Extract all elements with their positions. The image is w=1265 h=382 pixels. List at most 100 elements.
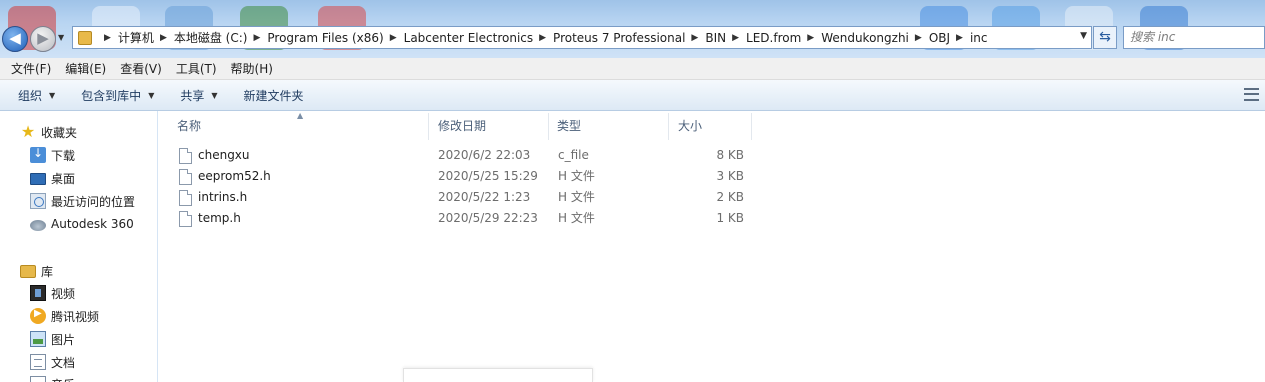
breadcrumb-label[interactable]: Proteus 7 Professional: [553, 31, 685, 45]
nav-label: 库: [41, 264, 54, 279]
address-history-dropdown[interactable]: ▼: [1080, 31, 1087, 41]
chevron-right-icon[interactable]: ▶: [539, 33, 546, 43]
menu-file[interactable]: 文件(F): [4, 60, 58, 77]
file-type: c_file: [558, 148, 589, 162]
file-type: H 文件: [558, 211, 595, 225]
menu-view[interactable]: 查看(V): [113, 60, 169, 77]
refresh-button[interactable]: ⇆: [1093, 26, 1117, 49]
video-library-icon: [30, 285, 46, 301]
file-row[interactable]: temp.h 2020/5/29 22:23 H 文件 1 KB: [159, 208, 759, 229]
column-header-size[interactable]: 大小: [669, 113, 752, 140]
nav-downloads[interactable]: 下载: [30, 145, 75, 165]
breadcrumb-label[interactable]: inc: [970, 31, 988, 45]
file-name: intrins.h: [198, 190, 248, 204]
chevron-right-icon[interactable]: ▶: [691, 33, 698, 43]
tooltip-popup: [403, 368, 593, 382]
forward-button[interactable]: ▶: [30, 26, 56, 52]
menu-edit[interactable]: 编辑(E): [58, 60, 113, 77]
file-date: 2020/6/2 22:03: [438, 148, 531, 162]
breadcrumb-label[interactable]: 本地磁盘 (C:): [174, 29, 248, 46]
file-list: ▲ 名称 修改日期 类型 大小 chengxu 2020/6/2 22:03 c…: [159, 111, 1265, 382]
nav-videos[interactable]: 视频: [30, 283, 75, 303]
share-button[interactable]: 共享 ▼: [172, 87, 225, 104]
file-name: eeprom52.h: [198, 169, 271, 183]
file-row[interactable]: eeprom52.h 2020/5/25 15:29 H 文件 3 KB: [159, 166, 759, 187]
chevron-right-icon[interactable]: ▶: [956, 33, 963, 43]
chevron-right-icon[interactable]: ▶: [732, 33, 739, 43]
navigation-pane: ★ 收藏夹 下载 桌面 最近访问的位置 Autodesk 360 库 视频 腾讯视…: [0, 111, 158, 382]
breadcrumb-label[interactable]: BIN: [705, 31, 726, 45]
nav-favorites[interactable]: ★ 收藏夹: [20, 122, 77, 142]
nav-label: 视频: [51, 286, 76, 301]
address-bar[interactable]: ▶ 计算机 ▶ 本地磁盘 (C:) ▶ Program Files (x86) ▶ La…: [72, 26, 1092, 49]
nav-label: 文档: [51, 355, 76, 370]
file-row[interactable]: chengxu 2020/6/2 22:03 c_file 8 KB: [159, 145, 759, 166]
file-name-cell: chengxu: [179, 145, 250, 166]
breadcrumb-led-from[interactable]: ▶ LED.from: [726, 27, 801, 48]
pictures-icon: [30, 331, 46, 347]
breadcrumb-wendukongzhi[interactable]: ▶ Wendukongzhi: [801, 27, 909, 48]
recent-places-icon: [30, 193, 46, 209]
breadcrumb-program-files[interactable]: ▶ Program Files (x86): [247, 27, 383, 48]
command-bar: 组织 ▼ 包含到库中 ▼ 共享 ▼ 新建文件夹: [0, 80, 1265, 111]
file-type: H 文件: [558, 190, 595, 204]
nav-autodesk-360[interactable]: Autodesk 360: [30, 214, 134, 234]
column-header-type[interactable]: 类型: [549, 113, 669, 140]
file-icon: [179, 189, 192, 206]
nav-label: 音乐: [51, 376, 75, 382]
chevron-down-icon: ▼: [148, 90, 155, 100]
nav-label: 下载: [51, 148, 76, 163]
include-in-library-button[interactable]: 包含到库中 ▼: [73, 87, 162, 104]
breadcrumb-obj[interactable]: ▶ OBJ: [909, 27, 950, 48]
breadcrumb-label[interactable]: Wendukongzhi: [821, 31, 909, 45]
chevron-right-icon[interactable]: ▶: [253, 33, 260, 43]
nav-label: 腾讯视频: [51, 309, 100, 324]
chevron-right-icon[interactable]: ▶: [104, 33, 111, 43]
menu-help[interactable]: 帮助(H): [224, 60, 280, 77]
file-icon: [179, 147, 192, 164]
file-row[interactable]: intrins.h 2020/5/22 1:23 H 文件 2 KB: [159, 187, 759, 208]
nav-documents[interactable]: 文档: [30, 352, 75, 372]
file-date: 2020/5/22 1:23: [438, 190, 531, 204]
nav-tencent-video[interactable]: 腾讯视频: [30, 306, 99, 326]
breadcrumb-proteus[interactable]: ▶ Proteus 7 Professional: [533, 27, 685, 48]
breadcrumb-inc[interactable]: ▶ inc: [950, 27, 987, 48]
file-name: chengxu: [198, 148, 250, 162]
breadcrumb-label[interactable]: Labcenter Electronics: [404, 31, 533, 45]
breadcrumb-label[interactable]: 计算机: [118, 29, 154, 46]
nav-label: 收藏夹: [41, 125, 78, 140]
file-type: H 文件: [558, 169, 595, 183]
breadcrumb-bin[interactable]: ▶ BIN: [685, 27, 726, 48]
new-folder-button[interactable]: 新建文件夹: [236, 87, 312, 104]
menu-tools[interactable]: 工具(T): [169, 60, 224, 77]
breadcrumb-label[interactable]: Program Files (x86): [267, 31, 383, 45]
organize-label: 组织: [18, 88, 43, 103]
column-header-name[interactable]: 名称: [159, 113, 429, 140]
library-icon: [20, 264, 36, 278]
nav-music[interactable]: 音乐: [30, 374, 75, 382]
nav-recent-places[interactable]: 最近访问的位置: [30, 191, 135, 211]
organize-button[interactable]: 组织 ▼: [10, 87, 63, 104]
chevron-right-icon[interactable]: ▶: [160, 33, 167, 43]
file-icon: [179, 210, 192, 227]
change-view-icon[interactable]: [1244, 88, 1259, 101]
back-button[interactable]: ◀: [2, 26, 28, 52]
breadcrumb-computer[interactable]: ▶ 计算机: [98, 27, 154, 48]
folder-icon: [78, 30, 92, 45]
chevron-right-icon[interactable]: ▶: [915, 33, 922, 43]
nav-libraries[interactable]: 库: [20, 261, 53, 281]
breadcrumb-labcenter[interactable]: ▶ Labcenter Electronics: [384, 27, 533, 48]
search-input[interactable]: 搜索 inc: [1123, 26, 1265, 49]
nav-pictures[interactable]: 图片: [30, 329, 75, 349]
file-name-cell: temp.h: [179, 208, 241, 229]
recent-pages-dropdown[interactable]: ▼: [58, 33, 64, 42]
column-header-date[interactable]: 修改日期: [429, 113, 549, 140]
chevron-right-icon[interactable]: ▶: [390, 33, 397, 43]
breadcrumb-local-disk[interactable]: ▶ 本地磁盘 (C:): [154, 27, 248, 48]
chevron-right-icon[interactable]: ▶: [807, 33, 814, 43]
nav-label: 最近访问的位置: [51, 194, 136, 209]
file-size: 8 KB: [716, 148, 744, 162]
breadcrumb-label[interactable]: LED.from: [746, 31, 801, 45]
nav-desktop[interactable]: 桌面: [30, 168, 75, 188]
breadcrumb-label[interactable]: OBJ: [929, 31, 950, 45]
